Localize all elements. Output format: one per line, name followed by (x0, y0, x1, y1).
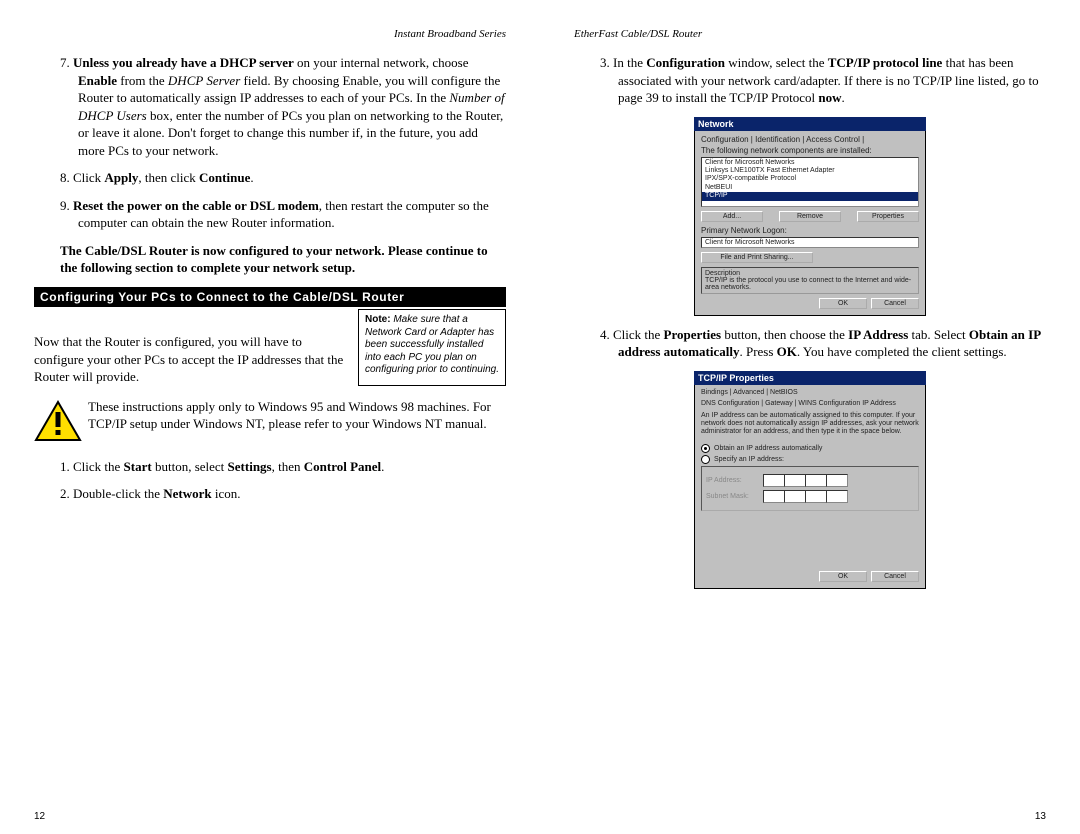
page-number-left: 12 (34, 811, 45, 822)
primary-logon-label: Primary Network Logon: (701, 226, 919, 235)
remove-button: Remove (779, 211, 841, 222)
page-left: Instant Broadband Series 7. Unless you a… (0, 0, 540, 834)
dialog-tabs: Configuration | Identification | Access … (701, 135, 919, 144)
warning-text: These instructions apply only to Windows… (82, 398, 506, 433)
dialog-description: An IP address can be automatically assig… (701, 412, 919, 436)
note-box: Note: Make sure that a Network Card or A… (358, 309, 506, 386)
list-item-selected: TCP/IP (702, 192, 918, 200)
document-spread: Instant Broadband Series 7. Unless you a… (0, 0, 1080, 834)
cancel-button: Cancel (871, 298, 919, 309)
page-right: EtherFast Cable/DSL Router 3. In the Con… (540, 0, 1080, 834)
ok-button: OK (819, 298, 867, 309)
mask-field (764, 490, 848, 503)
list-item: Client for Microsoft Networks (702, 159, 918, 167)
cancel-button: Cancel (871, 571, 919, 582)
network-dialog-screenshot: Network Configuration | Identification |… (694, 117, 926, 316)
list-label: The following network components are ins… (701, 146, 919, 155)
page-number-right: 13 (1035, 811, 1046, 822)
list-step-2: 2. Double-click the Network icon. (34, 485, 506, 503)
step-9: 9. Reset the power on the cable or DSL m… (34, 197, 506, 232)
dialog-body: Configuration | Identification | Access … (694, 131, 926, 316)
step-7: 7. Unless you already have a DHCP server… (34, 54, 506, 159)
dialog-tabs-row2: DNS Configuration | Gateway | WINS Confi… (701, 400, 919, 408)
ok-cancel-row: OK Cancel (701, 571, 919, 582)
closing-statement: The Cable/DSL Router is now configured t… (34, 242, 506, 277)
list-item: Linksys LNE100TX Fast Ethernet Adapter (702, 167, 918, 175)
dialog-tabs-row1: Bindings | Advanced | NetBIOS (701, 389, 919, 397)
ok-cancel-row: OK Cancel (701, 298, 919, 309)
component-listbox: Client for Microsoft Networks Linksys LN… (701, 157, 919, 207)
ip-fields-group: IP Address: Subnet Mask: (701, 466, 919, 511)
step-8: 8. Click Apply, then click Continue. (34, 169, 506, 187)
intro-paragraph: Now that the Router is configured, you w… (34, 309, 358, 386)
warning-icon (34, 398, 82, 446)
description-group: Description TCP/IP is the protocol you u… (701, 267, 919, 294)
file-share-button: File and Print Sharing... (701, 252, 813, 263)
radio-specify: Specify an IP address: (701, 455, 919, 464)
add-button: Add... (701, 211, 763, 222)
properties-button: Properties (857, 211, 919, 222)
primary-logon-value: Client for Microsoft Networks (701, 237, 919, 248)
right-header: EtherFast Cable/DSL Router (574, 28, 1046, 40)
list-step-1: 1. Click the Start button, select Settin… (34, 458, 506, 476)
list-step-4: 4. Click the Properties button, then cho… (574, 326, 1046, 361)
button-row: Add... Remove Properties (701, 211, 919, 222)
dialog-body: Bindings | Advanced | NetBIOS DNS Config… (694, 385, 926, 590)
dialog-title: Network (694, 117, 926, 131)
warning-row: These instructions apply only to Windows… (34, 398, 506, 446)
list-step-3: 3. In the Configuration window, select t… (574, 54, 1046, 107)
note-row: Now that the Router is configured, you w… (34, 309, 506, 386)
ok-button: OK (819, 571, 867, 582)
dialog-title: TCP/IP Properties (694, 371, 926, 385)
list-item: NetBEUI (702, 184, 918, 192)
left-header: Instant Broadband Series (34, 28, 506, 40)
section-title-bar: Configuring Your PCs to Connect to the C… (34, 287, 506, 307)
list-item: IPX/SPX-compatible Protocol (702, 175, 918, 183)
tcpip-dialog-screenshot: TCP/IP Properties Bindings | Advanced | … (694, 371, 926, 590)
radio-obtain-auto: Obtain an IP address automatically (701, 444, 919, 453)
ip-field (764, 474, 848, 487)
